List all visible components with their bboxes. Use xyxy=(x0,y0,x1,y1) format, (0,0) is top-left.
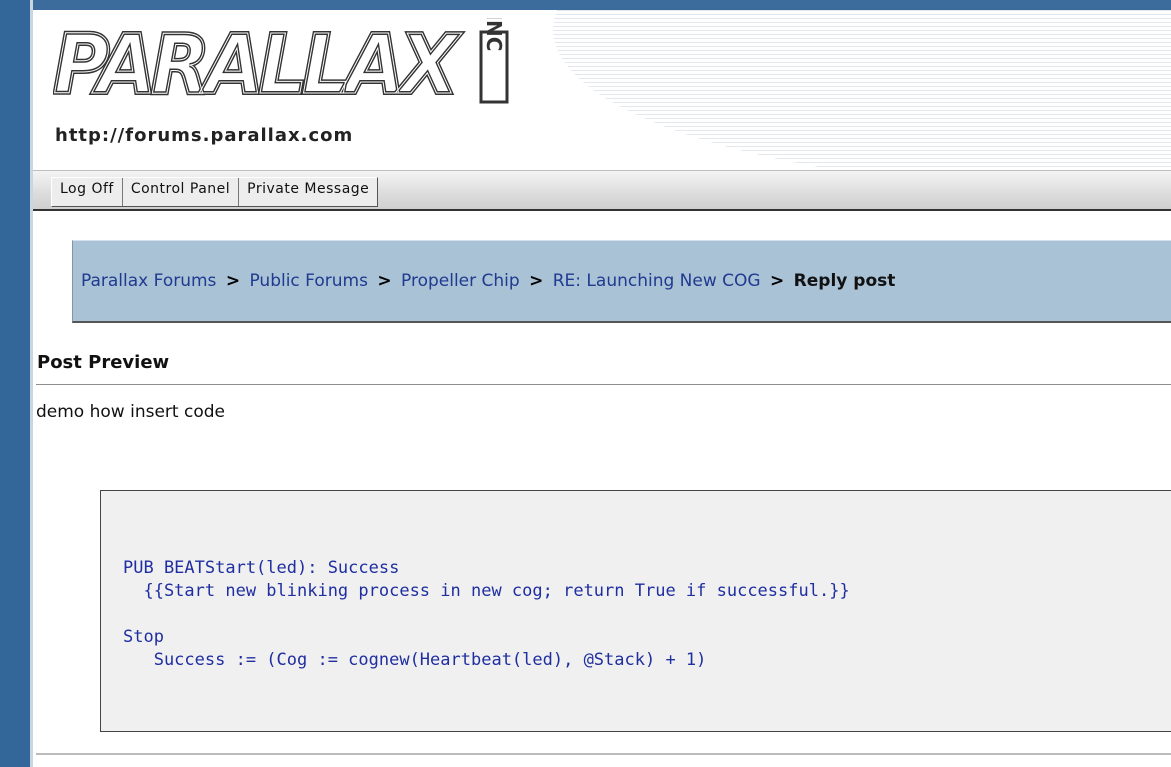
site-url[interactable]: http://forums.parallax.com xyxy=(55,125,353,146)
top-menu-bar: Log Off Control Panel Private Message xyxy=(33,170,1171,211)
code-content: PUB BEATStart(led): Success {{Start new … xyxy=(123,557,850,672)
code-line: PUB BEATStart(led): Success xyxy=(123,558,400,578)
log-off-button[interactable]: Log Off xyxy=(52,178,123,206)
breadcrumb-link-public-forums[interactable]: Public Forums xyxy=(249,271,367,291)
code-block: PUB BEATStart(led): Success {{Start new … xyxy=(100,490,1171,732)
breadcrumb-link-propeller-chip[interactable]: Propeller Chip xyxy=(401,271,520,291)
code-line: {{Start new blinking process in new cog;… xyxy=(123,581,850,601)
header-swoosh-decoration xyxy=(553,10,1171,170)
private-message-button[interactable]: Private Message xyxy=(239,178,378,206)
breadcrumb-separator: > xyxy=(225,271,241,291)
window-top-frame xyxy=(0,0,1171,10)
breadcrumb-link-parallax-forums[interactable]: Parallax Forums xyxy=(81,271,216,291)
logo-inc-text: INC xyxy=(482,18,506,51)
breadcrumb-current-page: Reply post xyxy=(793,271,896,291)
breadcrumb-link-thread[interactable]: RE: Launching New COG xyxy=(553,271,761,291)
breadcrumb-bar: Parallax Forums > Public Forums > Propel… xyxy=(72,240,1171,323)
logo-wordmark-inline: PARALLAX xyxy=(53,18,462,113)
control-panel-button[interactable]: Control Panel xyxy=(122,178,240,206)
parallax-logo[interactable]: PARALLAX PARALLAX INC xyxy=(51,13,523,122)
breadcrumb: Parallax Forums > Public Forums > Propel… xyxy=(81,271,895,291)
breadcrumb-separator: > xyxy=(529,271,544,291)
post-preview-text: demo how insert code xyxy=(36,402,225,422)
breadcrumb-separator: > xyxy=(770,271,785,291)
parallax-logo-graphic: PARALLAX PARALLAX INC xyxy=(51,13,509,115)
bottom-divider xyxy=(36,753,1171,755)
code-line: Success := (Cog := cognew(Heartbeat(led)… xyxy=(123,650,707,670)
window-left-frame xyxy=(0,0,30,767)
menu-button-group: Log Off Control Panel Private Message xyxy=(51,177,379,207)
site-header: PARALLAX PARALLAX INC http://forums.para… xyxy=(33,10,1171,170)
breadcrumb-separator: > xyxy=(377,271,392,291)
code-line-blank: ​ xyxy=(123,603,850,626)
code-line: Stop xyxy=(123,627,164,647)
preview-divider xyxy=(36,384,1171,385)
post-preview-heading: Post Preview xyxy=(37,352,170,373)
